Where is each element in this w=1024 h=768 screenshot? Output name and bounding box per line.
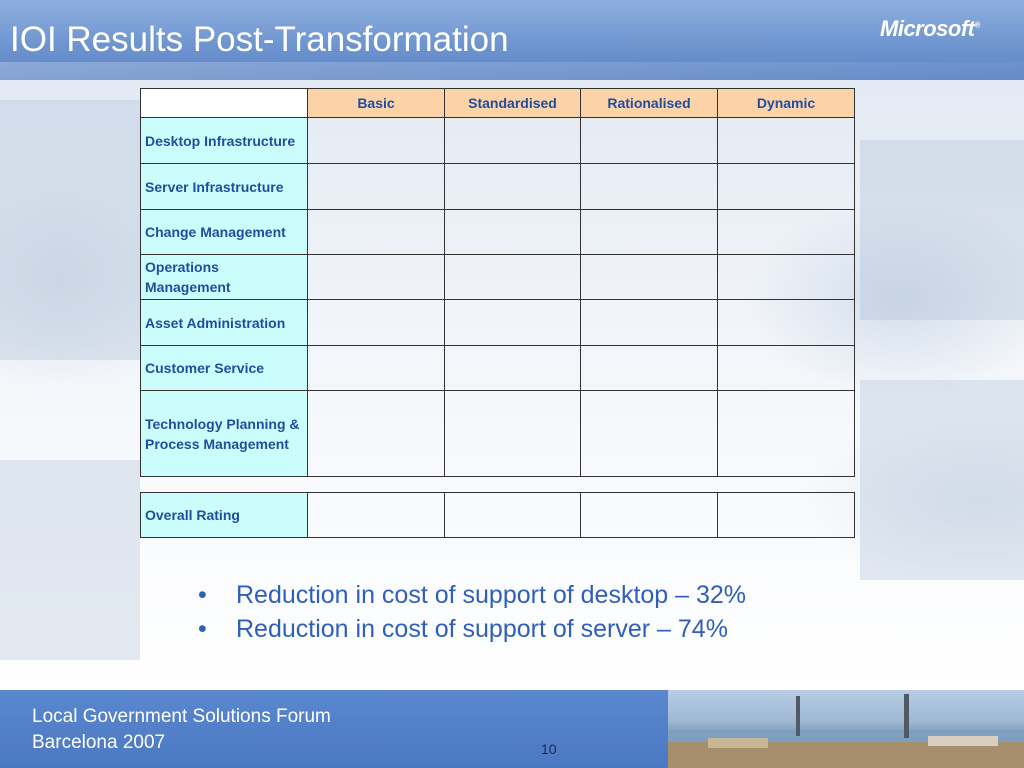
- overall-rating-table: Overall Rating: [140, 492, 855, 538]
- row-label-overall-rating: Overall Rating: [140, 492, 308, 538]
- footer-event-name: Local Government Solutions Forum: [32, 706, 331, 727]
- rating-cell: [580, 492, 718, 538]
- table-row: Change Management: [140, 209, 855, 255]
- table-row: Server Infrastructure: [140, 163, 855, 210]
- rating-cell: [580, 163, 718, 210]
- rating-cell: [444, 299, 581, 346]
- table-row: Technology Planning & Process Management: [140, 390, 855, 477]
- rating-cell: [307, 492, 445, 538]
- column-header-dynamic: Dynamic: [717, 88, 855, 118]
- rating-cell: [307, 163, 445, 210]
- rating-cell: [307, 345, 445, 391]
- microsoft-logo: Microsoft®: [880, 16, 980, 41]
- rating-cell: [580, 390, 718, 477]
- rating-cell: [444, 390, 581, 477]
- rating-cell: [580, 209, 718, 255]
- rating-cell: [717, 492, 855, 538]
- rating-cell: [717, 117, 855, 164]
- table-row: Asset Administration: [140, 299, 855, 346]
- rating-cell: [307, 209, 445, 255]
- maturity-table: Basic Standardised Rationalised Dynamic …: [140, 88, 855, 477]
- table-row: Desktop Infrastructure: [140, 117, 855, 164]
- rating-cell: [717, 254, 855, 300]
- rating-cell: [717, 163, 855, 210]
- title-bar: IOI Results Post-Transformation Microsof…: [0, 0, 1024, 80]
- bullet-dot: •: [198, 615, 207, 643]
- rating-cell: [580, 299, 718, 346]
- row-label-desktop-infrastructure: Desktop Infrastructure: [140, 117, 308, 164]
- rating-cell: [307, 299, 445, 346]
- list-item: • Reduction in cost of support of server …: [198, 612, 746, 646]
- row-label-customer-service: Customer Service: [140, 345, 308, 391]
- bullet-dot: •: [198, 581, 207, 609]
- results-bullet-list: • Reduction in cost of support of desktop…: [198, 578, 746, 646]
- rating-cell: [444, 209, 581, 255]
- table-corner-cell: [140, 88, 308, 118]
- footer-event-location: Barcelona 2007: [32, 732, 166, 753]
- rating-cell: [717, 299, 855, 346]
- rating-cell: [307, 254, 445, 300]
- rating-cell: [444, 345, 581, 391]
- column-header-rationalised: Rationalised: [580, 88, 718, 118]
- bullet-text: Reduction in cost of support of server –…: [236, 615, 728, 643]
- rating-cell: [444, 492, 581, 538]
- row-label-server-infrastructure: Server Infrastructure: [140, 163, 308, 210]
- rating-cell: [307, 390, 445, 477]
- rating-cell: [444, 254, 581, 300]
- row-label-technology-planning: Technology Planning & Process Management: [140, 390, 308, 477]
- rating-cell: [307, 117, 445, 164]
- row-label-asset-administration: Asset Administration: [140, 299, 308, 346]
- rating-cell: [580, 117, 718, 164]
- rating-cell: [717, 209, 855, 255]
- rating-cell: [717, 390, 855, 477]
- column-header-standardised: Standardised: [444, 88, 581, 118]
- column-header-basic: Basic: [307, 88, 445, 118]
- rating-cell: [580, 254, 718, 300]
- table-row: Operations Management: [140, 254, 855, 300]
- rating-cell: [717, 345, 855, 391]
- overall-rating-row: Overall Rating: [140, 492, 855, 538]
- table-row: Customer Service: [140, 345, 855, 391]
- row-label-operations-management: Operations Management: [140, 254, 308, 300]
- bullet-text: Reduction in cost of support of desktop …: [236, 581, 747, 609]
- footer-bar: Local Government Solutions Forum Barcelo…: [0, 690, 668, 768]
- title-bar-band: [0, 62, 1024, 80]
- page-number: 10: [541, 741, 557, 757]
- rating-cell: [444, 117, 581, 164]
- rating-cell: [580, 345, 718, 391]
- barcelona-photo: [668, 690, 1024, 768]
- rating-cell: [444, 163, 581, 210]
- row-label-change-management: Change Management: [140, 209, 308, 255]
- logo-text: Microsoft: [880, 16, 975, 41]
- slide-title: IOI Results Post-Transformation: [10, 20, 509, 59]
- table-header-row: Basic Standardised Rationalised Dynamic: [140, 88, 855, 118]
- list-item: • Reduction in cost of support of desktop…: [198, 578, 746, 612]
